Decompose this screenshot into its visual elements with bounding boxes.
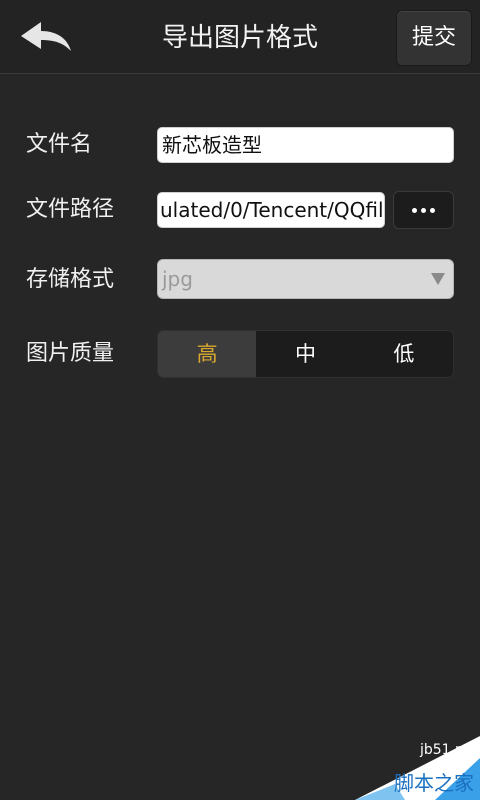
quality-option-high[interactable]: 高 bbox=[158, 331, 257, 377]
quality-option-medium[interactable]: 中 bbox=[256, 331, 354, 377]
browse-path-button[interactable] bbox=[393, 191, 454, 229]
watermark-name: 脚本之家 bbox=[394, 771, 474, 795]
back-arrow-icon bbox=[21, 22, 71, 51]
filepath-input[interactable]: ulated/0/Tencent/QQfile_ bbox=[157, 192, 385, 228]
dropdown-arrow-icon bbox=[431, 273, 445, 285]
quality-option-low[interactable]: 低 bbox=[355, 331, 453, 377]
quality-segmented-control: 高 中 低 bbox=[157, 330, 454, 378]
page-title: 导出图片格式 bbox=[161, 23, 318, 53]
quality-label: 图片质量 bbox=[26, 341, 115, 366]
top-bar: 导出图片格式 提交 bbox=[0, 0, 480, 74]
submit-button[interactable]: 提交 bbox=[396, 10, 472, 66]
back-button[interactable] bbox=[10, 12, 80, 62]
filename-input[interactable]: 新芯板造型 bbox=[157, 127, 454, 163]
format-label: 存储格式 bbox=[26, 267, 115, 292]
more-dots-icon-dot bbox=[421, 207, 426, 213]
more-dots-icon-dot bbox=[430, 207, 435, 213]
format-select-value: jpg bbox=[162, 267, 193, 291]
filename-label: 文件名 bbox=[26, 132, 93, 157]
filepath-label: 文件路径 bbox=[26, 197, 115, 222]
watermark: jb51.net 脚本之家 bbox=[335, 728, 480, 800]
format-select[interactable]: jpg bbox=[157, 259, 454, 299]
watermark-site: jb51.net bbox=[419, 742, 478, 758]
more-dots-icon bbox=[412, 207, 417, 213]
